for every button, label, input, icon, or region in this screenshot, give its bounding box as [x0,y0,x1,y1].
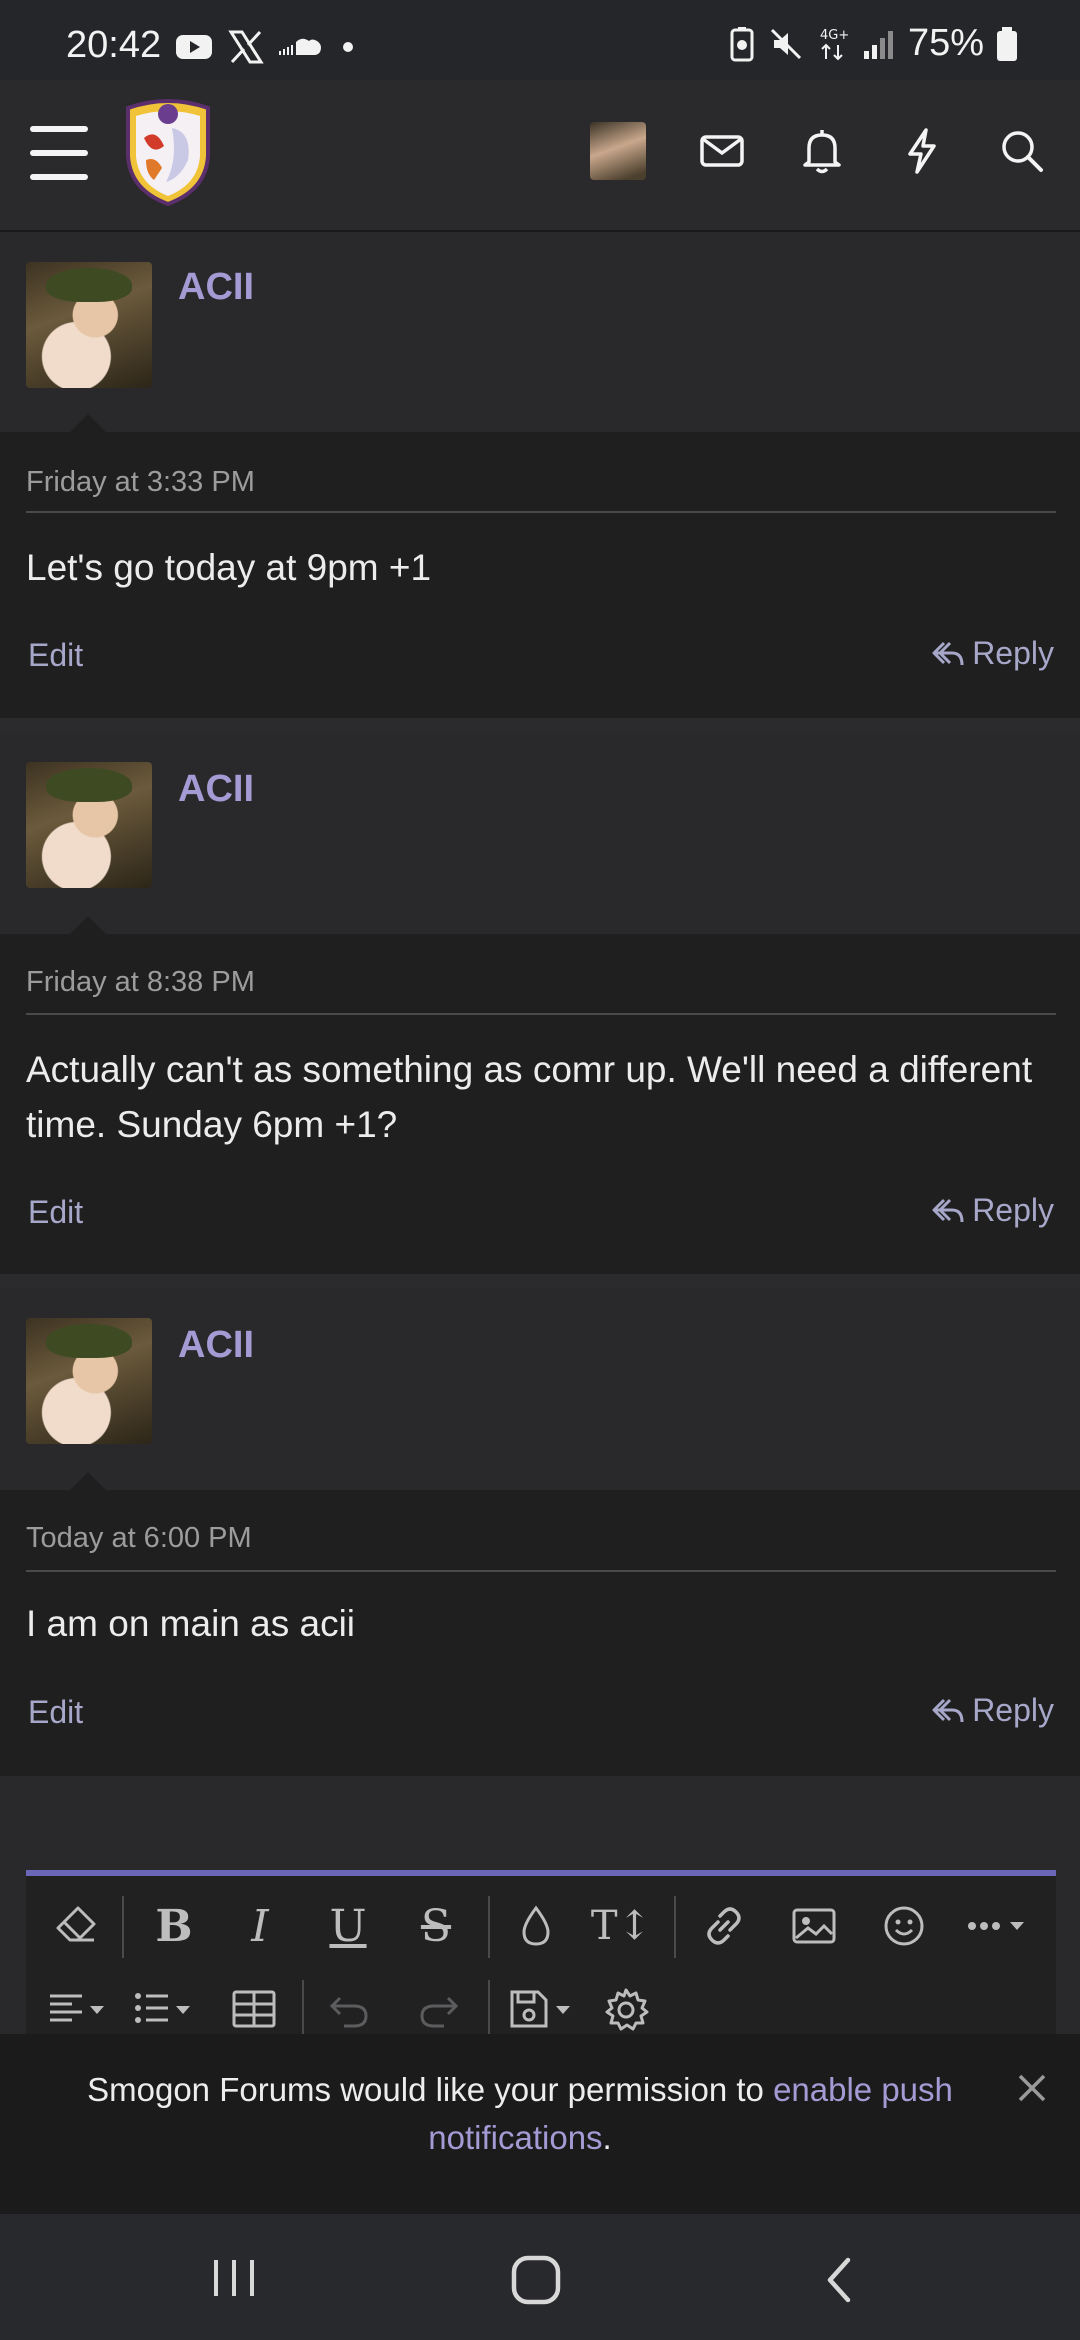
battery-icon [997,26,1017,61]
mute-icon [770,28,801,59]
network-4g-icon: 4G+ [820,28,849,60]
edit-link[interactable]: Edit [28,1194,83,1231]
post-header [0,1288,1080,1490]
post-username[interactable]: ACII [178,768,254,811]
x-icon [228,30,264,64]
svg-text:4G+: 4G+ [820,28,849,43]
undo-icon [329,1996,368,2028]
post-pointer [70,1472,106,1490]
post-message: Actually can't as something as comr up. … [26,1049,1033,1145]
post-separator [0,718,1080,732]
post-date[interactable]: Friday at 8:38 PM [26,966,255,999]
post-avatar[interactable] [26,1318,152,1444]
post-header [0,232,1080,432]
align-icon[interactable] [44,1982,114,2038]
toolbar-divider [488,1980,490,2042]
reply-button[interactable]: Reply [930,1692,1054,1729]
image-icon[interactable] [786,1898,842,1954]
post: ACII Today at 6:00 PM I am on main as ac… [0,1288,1080,1776]
edit-link[interactable]: Edit [28,1694,83,1731]
status-right: 4G+ 75% [728,22,1018,65]
table-icon[interactable] [226,1982,282,2038]
notification-icons [174,30,358,64]
banner-text-end: . [602,2119,612,2156]
smogon-logo[interactable] [122,98,214,206]
push-notification-banner: Smogon Forums would like your permission… [0,2034,1080,2214]
divider [26,511,1056,513]
post: ACII Friday at 3:33 PM Let's go today at… [0,232,1080,718]
post-pointer [70,414,106,432]
post-username[interactable]: ACII [178,266,254,309]
battery-saver-icon [730,26,754,61]
search-icon[interactable] [995,124,1049,178]
more-options-icon[interactable] [962,1898,1034,1954]
post-date[interactable]: Today at 6:00 PM [26,1522,252,1555]
post-avatar[interactable] [26,762,152,888]
toolbar-divider [488,1896,490,1958]
post-avatar[interactable] [26,262,152,388]
post-pointer [70,916,106,934]
youtube-icon [176,35,212,59]
text-color-icon[interactable] [508,1898,564,1954]
post-header [0,732,1080,934]
back-icon[interactable] [816,2252,864,2308]
reply-button[interactable]: Reply [930,1192,1054,1229]
toolbar-divider [674,1896,676,1958]
recents-icon[interactable] [206,2254,262,2302]
forum-header [0,80,1080,232]
battery-percent: 75% [907,22,984,64]
underline-button[interactable]: U [320,1898,376,1954]
close-icon[interactable] [1014,2070,1050,2106]
menu-icon[interactable] [30,126,88,180]
status-time: 20:42 [66,24,162,66]
redo-icon [420,1996,459,2028]
status-bar: 20:42 4G+ 75% [0,0,1080,80]
dot-icon [343,42,353,52]
post-message: I am on main as acii [26,1603,356,1644]
bold-button[interactable]: B [146,1898,202,1954]
strikethrough-button[interactable]: S [408,1898,464,1954]
reply-label: Reply [972,635,1054,671]
editor-toolbar: B I U S T↕ [26,1870,1056,2042]
system-nav-bar [0,2214,1080,2340]
post-message: Let's go today at 9pm +1 [26,547,432,588]
reply-icon [932,1198,964,1222]
post-date[interactable]: Friday at 3:33 PM [26,466,255,499]
post-separator [0,1274,1080,1288]
lightning-icon[interactable] [895,124,949,178]
toolbar-divider [122,1896,124,1958]
smiley-icon[interactable] [876,1898,932,1954]
post-username[interactable]: ACII [178,1324,254,1367]
link-icon[interactable] [696,1898,752,1954]
user-avatar[interactable] [590,122,646,180]
banner-message: Smogon Forums would like your permission… [60,2066,980,2162]
eraser-icon[interactable] [48,1898,104,1954]
list-icon[interactable] [130,1982,200,2038]
reply-label: Reply [972,1192,1054,1228]
post: ACII Friday at 8:38 PM Actually can't as… [0,732,1080,1274]
save-draft-icon[interactable] [504,1982,580,2038]
italic-button[interactable]: I [232,1898,288,1954]
bell-icon[interactable] [795,124,849,178]
divider [26,1013,1056,1015]
banner-text: Smogon Forums would like your permission… [87,2071,774,2108]
settings-gear-icon[interactable] [598,1982,654,2038]
edit-link[interactable]: Edit [28,637,83,674]
reply-icon [932,641,964,665]
mail-icon[interactable] [695,124,749,178]
reply-button[interactable]: Reply [930,635,1054,672]
toolbar-divider [302,1980,304,2042]
reply-icon [932,1698,964,1722]
text-size-button[interactable]: T↕ [586,1898,656,1954]
divider [26,1570,1056,1572]
home-icon[interactable] [508,2252,564,2308]
signal-icon [863,30,893,59]
soundcloud-icon [279,38,321,55]
reply-label: Reply [972,1692,1054,1728]
